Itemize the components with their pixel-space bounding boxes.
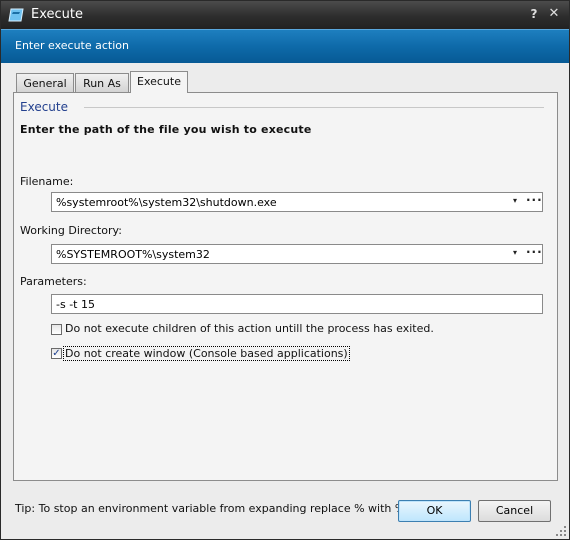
cancel-button[interactable]: Cancel bbox=[478, 500, 551, 522]
app-icon bbox=[8, 8, 24, 22]
banner-text: Enter execute action bbox=[15, 39, 129, 52]
working-directory-combobox[interactable]: %SYSTEMROOT%\system32 ▾ ··· bbox=[51, 244, 543, 264]
chevron-down-icon[interactable]: ▾ bbox=[513, 196, 517, 205]
working-directory-label: Working Directory: bbox=[20, 224, 122, 237]
chevron-down-icon[interactable]: ▾ bbox=[513, 248, 517, 257]
browse-directory-button[interactable]: ··· bbox=[526, 245, 543, 259]
wait-for-process-checkbox[interactable] bbox=[51, 324, 62, 335]
filename-label: Filename: bbox=[20, 175, 74, 188]
tab-general[interactable]: General bbox=[16, 73, 74, 93]
window-title: Execute bbox=[31, 7, 83, 22]
filename-combobox[interactable]: %systemroot%\system32\shutdown.exe ▾ ··· bbox=[51, 192, 543, 212]
close-icon[interactable]: ✕ bbox=[547, 7, 561, 21]
browse-filename-button[interactable]: ··· bbox=[526, 193, 543, 207]
filename-value: %systemroot%\system32\shutdown.exe bbox=[56, 196, 277, 209]
tip-text: Tip: To stop an environment variable fro… bbox=[15, 502, 420, 515]
execute-panel: Execute Enter the path of the file you w… bbox=[13, 92, 558, 481]
tab-execute[interactable]: Execute bbox=[130, 71, 188, 93]
ok-button[interactable]: OK bbox=[398, 500, 471, 522]
parameters-label: Parameters: bbox=[20, 275, 87, 288]
section-title: Execute bbox=[20, 100, 68, 114]
working-directory-value: %SYSTEMROOT%\system32 bbox=[56, 248, 210, 261]
execute-dialog: Execute ? ✕ Enter execute action General… bbox=[0, 0, 570, 540]
title-bar[interactable]: Execute ? ✕ bbox=[1, 1, 569, 29]
parameters-input[interactable]: -s -t 15 bbox=[51, 294, 543, 314]
no-window-checkbox[interactable]: ✓ bbox=[51, 348, 62, 359]
no-window-label[interactable]: Do not create window (Console based appl… bbox=[63, 346, 350, 361]
help-icon[interactable]: ? bbox=[527, 7, 541, 21]
section-description: Enter the path of the file you wish to e… bbox=[20, 123, 312, 136]
resize-grip-icon[interactable] bbox=[555, 525, 567, 537]
wait-for-process-label[interactable]: Do not execute children of this action u… bbox=[65, 322, 434, 335]
header-banner: Enter execute action bbox=[1, 29, 569, 63]
section-divider bbox=[84, 107, 544, 108]
parameters-value: -s -t 15 bbox=[56, 298, 95, 311]
tab-run-as[interactable]: Run As bbox=[75, 73, 129, 93]
